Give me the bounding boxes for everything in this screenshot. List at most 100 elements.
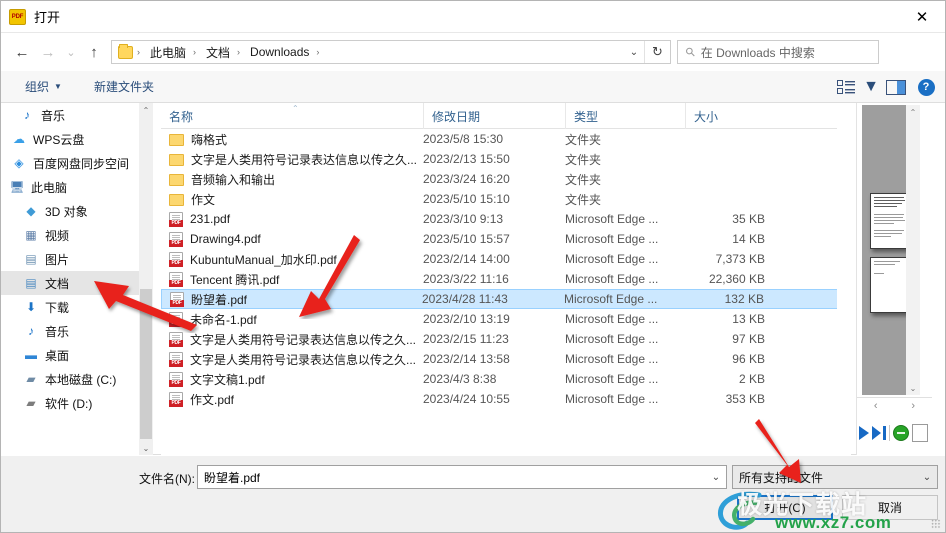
filename-input[interactable]: 盼望着.pdf ⌄ bbox=[197, 465, 727, 489]
sidebar-item-11[interactable]: ▰ 本地磁盘 (C:) bbox=[1, 367, 153, 391]
sidebar-item-4[interactable]: ◆ 3D 对象 bbox=[1, 199, 153, 223]
table-row[interactable]: 文字是人类用符号记录表达信息以传之久... 2023/2/14 13:58 Micr… bbox=[161, 349, 851, 369]
cell-modified-date: 2023/2/13 15:50 bbox=[423, 152, 510, 166]
back-button[interactable]: ← bbox=[9, 39, 35, 65]
scroll-down-icon[interactable]: ⌄ bbox=[139, 441, 153, 455]
help-icon[interactable]: ? bbox=[911, 75, 941, 99]
search-icon: ⚲ bbox=[682, 43, 699, 61]
new-folder-button[interactable]: 新建文件夹 bbox=[84, 75, 164, 99]
file-name-text: Drawing4.pdf bbox=[190, 232, 261, 246]
breadcrumb-downloads[interactable]: Downloads bbox=[247, 45, 312, 59]
chevron-down-icon[interactable]: ⌄ bbox=[624, 41, 644, 63]
address-bar[interactable]: › 此电脑 › 文档 › Downloads › ⌄ ↻ bbox=[111, 40, 671, 64]
recent-locations-button[interactable]: ⌄ bbox=[61, 39, 81, 65]
file-name-text: KubuntuManual_加水印.pdf bbox=[190, 252, 337, 267]
column-header-label: 类型 bbox=[574, 109, 599, 124]
table-row[interactable]: 文字是人类用符号记录表达信息以传之久... 2023/2/13 15:50 文件夹 bbox=[161, 149, 851, 169]
breadcrumb-documents[interactable]: 文档 bbox=[203, 44, 233, 61]
open-button[interactable]: 打开(O) bbox=[737, 495, 833, 520]
documents-icon: ▤ bbox=[25, 276, 37, 290]
column-header-label: 大小 bbox=[694, 109, 719, 124]
scroll-up-icon[interactable]: ⌃ bbox=[139, 103, 153, 117]
up-button[interactable]: ↑ bbox=[81, 39, 107, 65]
organize-button[interactable]: 组织 ▼ bbox=[15, 75, 72, 99]
sidebar-item-1[interactable]: ☁ WPS云盘 bbox=[1, 127, 153, 151]
chevron-down-icon[interactable]: ⌄ bbox=[706, 466, 726, 488]
sidebar-item-6[interactable]: ▤ 图片 bbox=[1, 247, 153, 271]
filename-value[interactable]: 盼望着.pdf bbox=[198, 469, 260, 486]
pdf-file-icon bbox=[169, 211, 183, 227]
table-row[interactable]: 盼望着.pdf 2023/4/28 11:43 Microsoft Edge ...… bbox=[161, 289, 851, 309]
chevron-down-icon[interactable]: ⌄ bbox=[917, 466, 937, 488]
sidebar-item-2[interactable]: ◈ 百度网盘同步空间 bbox=[1, 151, 153, 175]
sidebar-item-0[interactable]: ♪ 音乐 bbox=[1, 103, 153, 127]
scrollbar-thumb[interactable] bbox=[140, 289, 152, 439]
table-row[interactable]: 文字是人类用符号记录表达信息以传之久... 2023/2/15 11:23 Micr… bbox=[161, 329, 851, 349]
column-header-size[interactable]: 大小 bbox=[685, 103, 775, 129]
pdf-file-icon bbox=[169, 271, 183, 287]
play-icon[interactable] bbox=[859, 426, 869, 440]
table-row[interactable]: 作文.pdf 2023/4/24 10:55 Microsoft Edge ... 3… bbox=[161, 389, 851, 409]
preview-controls bbox=[857, 415, 945, 451]
table-row[interactable]: KubuntuManual_加水印.pdf 2023/2/14 14:00 Micr… bbox=[161, 249, 851, 269]
sidebar-item-12[interactable]: ▰ 软件 (D:) bbox=[1, 391, 153, 415]
table-row[interactable]: 嗨格式 2023/5/8 15:30 文件夹 bbox=[161, 129, 851, 149]
preview-page-nav: ‹ › bbox=[857, 397, 932, 413]
sidebar-item-7[interactable]: ▤ 文档 bbox=[1, 271, 153, 295]
preview-scrollbar[interactable]: ⌃ ⌄ bbox=[906, 105, 920, 395]
column-headers: 名称 ⌃ 修改日期 类型 大小 bbox=[161, 103, 851, 129]
file-name-text: 嗨格式 bbox=[191, 132, 228, 147]
page-thumbnail-2[interactable] bbox=[870, 257, 911, 313]
sidebar-item-8[interactable]: ⬇ 下载 bbox=[1, 295, 153, 319]
file-name-text: 文字文稿1.pdf bbox=[190, 372, 265, 387]
close-icon[interactable]: ✕ bbox=[899, 1, 945, 32]
desktop-icon: ▬ bbox=[25, 348, 37, 362]
navigation-pane-scrollbar[interactable]: ⌃ ⌄ bbox=[139, 103, 153, 455]
table-row[interactable]: 231.pdf 2023/3/10 9:13 Microsoft Edge ... 3… bbox=[161, 209, 851, 229]
table-row[interactable]: Tencent 腾讯.pdf 2023/3/22 11:16 Microsoft E… bbox=[161, 269, 851, 289]
column-header-name[interactable]: 名称 ⌃ bbox=[161, 103, 423, 129]
skip-next-icon[interactable] bbox=[872, 426, 886, 440]
next-page-icon[interactable]: › bbox=[911, 400, 915, 412]
sidebar-item-label: WPS云盘 bbox=[33, 132, 85, 147]
prev-page-icon[interactable]: ‹ bbox=[874, 400, 878, 412]
sidebar-item-9[interactable]: ♪ 音乐 bbox=[1, 319, 153, 343]
preview-pane-icon[interactable] bbox=[881, 75, 911, 99]
preview-scroll-up-icon[interactable]: ⌃ bbox=[906, 105, 920, 119]
cell-file-name: 盼望着.pdf bbox=[162, 291, 422, 308]
table-row[interactable]: 音频输入和输出 2023/3/24 16:20 文件夹 bbox=[161, 169, 851, 189]
table-row[interactable]: Drawing4.pdf 2023/5/10 15:57 Microsoft Edg… bbox=[161, 229, 851, 249]
cancel-button[interactable]: 取消 bbox=[842, 495, 938, 520]
breadcrumb-this-pc[interactable]: 此电脑 bbox=[147, 44, 189, 61]
file-type-filter[interactable]: 所有支持的文件 ⌄ bbox=[732, 465, 938, 489]
sidebar-item-10[interactable]: ▬ 桌面 bbox=[1, 343, 153, 367]
pdf-file-icon bbox=[169, 331, 183, 347]
file-open-dialog: PDF 打开 ✕ ← → ⌄ ↑ › 此电脑 › 文档 › Downloads … bbox=[0, 0, 946, 533]
table-row[interactable]: 作文 2023/5/10 15:10 文件夹 bbox=[161, 189, 851, 209]
resize-grip[interactable] bbox=[931, 519, 941, 529]
view-list-icon[interactable] bbox=[831, 75, 861, 99]
table-row[interactable]: 文字文稿1.pdf 2023/4/3 8:38 Microsoft Edge ...… bbox=[161, 369, 851, 389]
forward-button[interactable]: → bbox=[35, 39, 61, 65]
cell-file-name: 文字是人类用符号记录表达信息以传之久... bbox=[161, 331, 423, 348]
preview-scroll-down-icon[interactable]: ⌄ bbox=[906, 381, 920, 395]
sidebar-item-label: 音乐 bbox=[41, 108, 66, 123]
view-options-caret[interactable]: ▼ bbox=[861, 75, 881, 99]
column-header-type[interactable]: 类型 bbox=[565, 103, 685, 129]
cell-file-name: Drawing4.pdf bbox=[161, 231, 423, 247]
page-thumbnail-1[interactable] bbox=[870, 193, 911, 249]
sort-ascending-icon: ⌃ bbox=[292, 104, 299, 113]
cell-file-type: Microsoft Edge ... bbox=[565, 312, 659, 326]
sidebar-item-5[interactable]: ▦ 视频 bbox=[1, 223, 153, 247]
search-box[interactable]: ⚲ 在 Downloads 中搜索 bbox=[677, 40, 879, 64]
sidebar-item-3[interactable]: 🖥 此电脑 bbox=[1, 175, 153, 199]
refresh-icon[interactable]: ↻ bbox=[644, 41, 670, 63]
downloads-icon: ⬇ bbox=[25, 300, 37, 314]
zoom-out-icon[interactable] bbox=[893, 425, 909, 441]
search-input[interactable]: 在 Downloads 中搜索 bbox=[701, 44, 815, 61]
cell-file-type: Microsoft Edge ... bbox=[565, 212, 659, 226]
preview-extra-button[interactable] bbox=[912, 424, 928, 442]
table-row[interactable]: 未命名-1.pdf 2023/2/10 13:19 Microsoft Edge .… bbox=[161, 309, 851, 329]
file-list-scrollbar[interactable] bbox=[837, 103, 851, 455]
column-header-date[interactable]: 修改日期 bbox=[423, 103, 565, 129]
